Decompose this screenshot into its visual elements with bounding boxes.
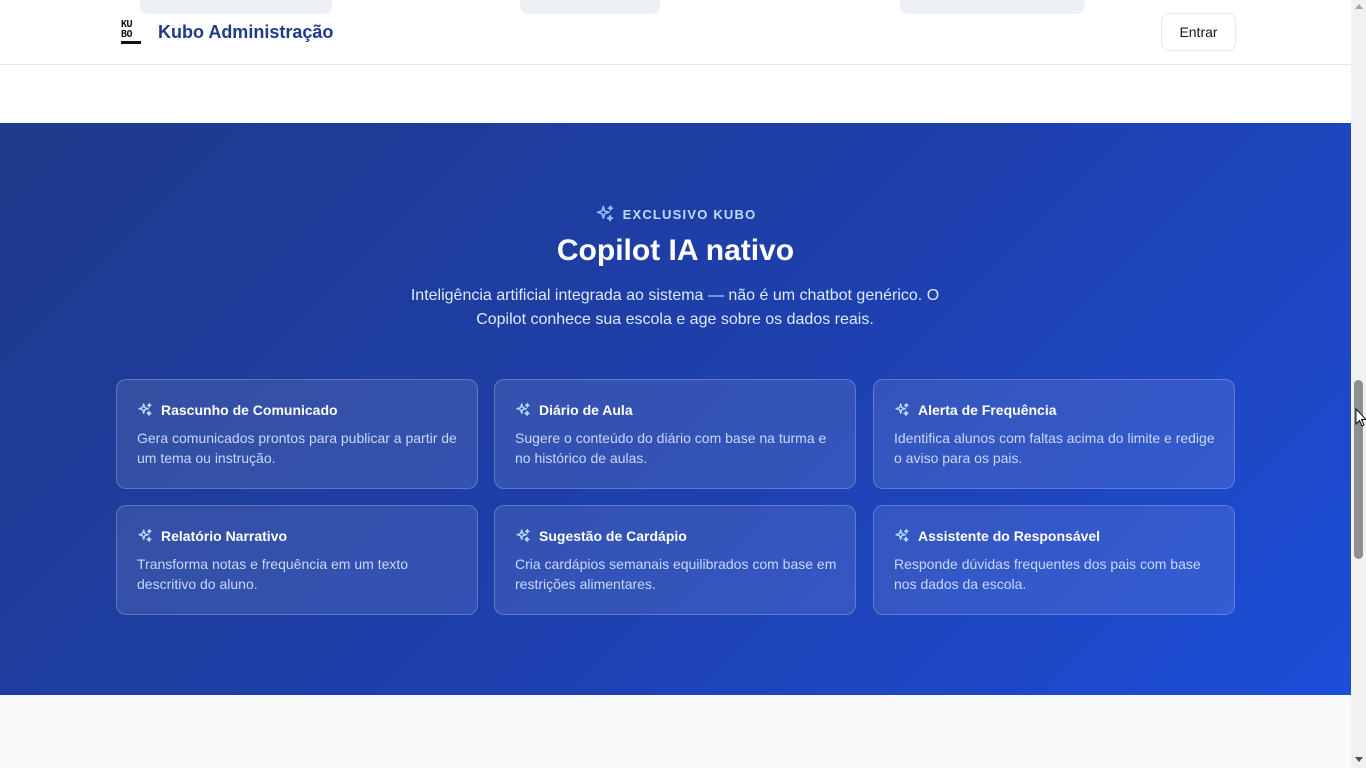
sparkles-icon — [516, 529, 530, 542]
feature-description: Responde dúvidas frequentes dos pais com… — [894, 556, 1201, 592]
scroll-down-arrow-icon[interactable] — [1355, 757, 1363, 762]
feature-card: Alerta de Frequência Identifica alunos c… — [873, 379, 1235, 489]
feature-title: Alerta de Frequência — [918, 402, 1057, 418]
feature-card: Rascunho de Comunicado Gera comunicados … — [116, 379, 478, 489]
feature-card: Sugestão de Cardápio Cria cardápios sema… — [494, 505, 856, 615]
top-navbar: KU BO Kubo Administração Entrar — [0, 0, 1351, 65]
feature-description: Identifica alunos com faltas acima do li… — [894, 430, 1215, 466]
scroll-up-arrow-icon[interactable] — [1355, 4, 1363, 9]
feature-description: Sugere o conteúdo do diário com base na … — [515, 430, 827, 466]
feature-description: Transforma notas e frequência em um text… — [137, 556, 409, 592]
feature-title: Relatório Narrativo — [161, 528, 288, 544]
mouse-cursor-icon — [1355, 408, 1366, 427]
brand-link[interactable]: KU BO Kubo Administração — [121, 18, 333, 46]
eyebrow: EXCLUSIVO KUBO — [0, 204, 1351, 224]
login-button[interactable]: Entrar — [1161, 13, 1236, 51]
sparkles-icon — [516, 403, 530, 416]
brand-name: Kubo Administração — [158, 21, 334, 42]
scrollbar-thumb[interactable] — [1354, 380, 1363, 559]
previous-section-peek — [900, 0, 1085, 14]
feature-title: Sugestão de Cardápio — [539, 528, 687, 544]
previous-section-peek — [140, 0, 332, 14]
sparkles-icon — [895, 403, 909, 416]
feature-title: Rascunho de Comunicado — [161, 402, 338, 418]
page-scrollbar[interactable] — [1351, 0, 1366, 768]
next-section — [0, 695, 1351, 768]
kubo-logo: KU BO — [121, 19, 143, 45]
feature-card: Diário de Aula Sugere o conteúdo do diár… — [494, 379, 856, 489]
section-subtitle: Inteligência artificial integrada ao sis… — [410, 287, 940, 328]
feature-card: Assistente do Responsável Responde dúvid… — [873, 505, 1235, 615]
sparkles-icon — [596, 205, 613, 222]
section-title: Copilot IA nativo — [556, 234, 795, 267]
page: KU BO Kubo Administração Entrar EXCLUSIV… — [0, 0, 1351, 768]
feature-description: Gera comunicados prontos para publicar a… — [137, 430, 457, 466]
feature-title: Diário de Aula — [539, 402, 633, 418]
sparkles-icon — [138, 529, 152, 542]
sparkles-icon — [138, 403, 152, 416]
copilot-section: EXCLUSIVO KUBO Copilot IA nativo Intelig… — [0, 123, 1351, 695]
feature-card: Relatório Narrativo Transforma notas e f… — [116, 505, 478, 615]
eyebrow-label: EXCLUSIVO KUBO — [622, 206, 757, 222]
previous-section-peek — [520, 0, 660, 14]
sparkles-icon — [895, 529, 909, 542]
feature-description: Cria cardápios semanais equilibrados com… — [515, 556, 837, 592]
feature-title: Assistente do Responsável — [918, 528, 1101, 544]
